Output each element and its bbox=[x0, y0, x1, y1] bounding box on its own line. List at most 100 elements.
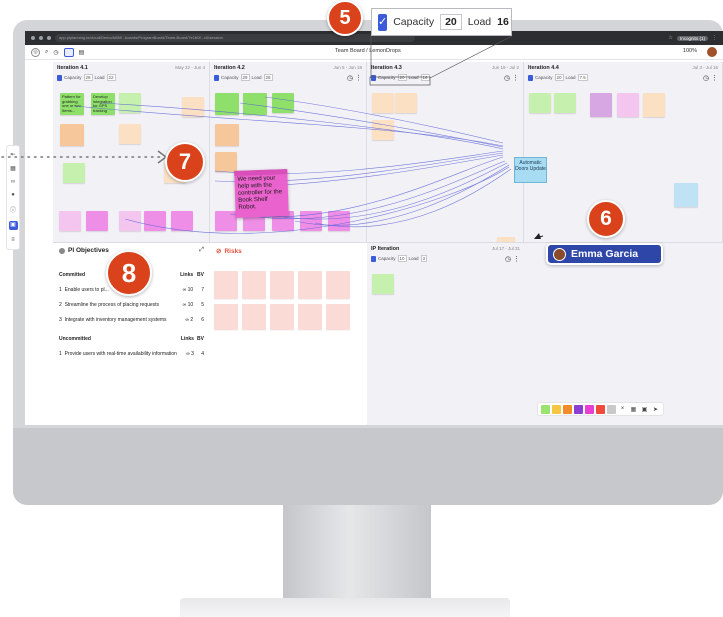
sticky-note[interactable] bbox=[300, 211, 322, 231]
sticky-note[interactable] bbox=[119, 124, 141, 144]
history-icon[interactable]: ◷ bbox=[53, 49, 58, 56]
star-icon[interactable]: ☆ bbox=[669, 35, 673, 41]
objective-row[interactable]: 3 Integrate with inventory management sy… bbox=[59, 313, 204, 328]
capacity-value[interactable]: 20 bbox=[440, 14, 462, 30]
swatch-orange[interactable] bbox=[563, 404, 572, 414]
callout-8: 8 bbox=[106, 250, 152, 296]
search-icon[interactable]: ⌕ bbox=[45, 49, 48, 56]
swatch-grey[interactable] bbox=[607, 404, 616, 414]
close-icon[interactable]: × bbox=[618, 406, 627, 412]
iteration-controls[interactable]: ◷ ⋮ bbox=[347, 74, 362, 82]
sticky-note[interactable] bbox=[590, 93, 612, 117]
objective-row[interactable]: 1 Provide users with real-time availabil… bbox=[59, 347, 204, 362]
risk-note[interactable] bbox=[214, 271, 238, 299]
sticky-note[interactable] bbox=[215, 124, 239, 146]
link-icon[interactable]: ∞ bbox=[11, 179, 15, 185]
sticky-note[interactable] bbox=[86, 211, 108, 231]
sticky-note[interactable] bbox=[144, 211, 166, 231]
sticky-note[interactable] bbox=[643, 93, 665, 117]
record-icon[interactable]: ● bbox=[11, 192, 15, 198]
sticky-note[interactable] bbox=[554, 93, 576, 113]
risk-note[interactable] bbox=[270, 304, 294, 330]
board-title[interactable]: Team Board / LemonDrops bbox=[335, 48, 401, 54]
risk-note[interactable] bbox=[298, 304, 322, 330]
swatch-pink[interactable] bbox=[585, 404, 594, 414]
swatch-yellow[interactable] bbox=[552, 404, 561, 414]
risk-note[interactable] bbox=[270, 271, 294, 299]
capacity-value[interactable]: 20 bbox=[554, 74, 564, 81]
more-icon[interactable]: ⋮ bbox=[512, 75, 519, 82]
board-view-button[interactable] bbox=[63, 47, 74, 57]
sticky-note[interactable] bbox=[372, 274, 394, 294]
iteration-controls[interactable]: ◷ ⋮ bbox=[504, 74, 519, 82]
sticky-note[interactable] bbox=[243, 93, 267, 115]
sticky-note[interactable] bbox=[119, 211, 141, 231]
capacity-load: Capacity 28 Load 22 bbox=[57, 74, 205, 81]
risk-note[interactable] bbox=[326, 304, 350, 330]
app-logo-icon[interactable]: ◎ bbox=[31, 47, 40, 57]
risk-note[interactable] bbox=[242, 271, 266, 299]
back-icon[interactable] bbox=[31, 36, 35, 40]
sticky-note[interactable] bbox=[372, 93, 394, 113]
sticky-note[interactable] bbox=[395, 93, 417, 113]
sticky-note[interactable]: Develop integration for GPS tracking bbox=[91, 93, 115, 115]
forward-icon[interactable] bbox=[39, 36, 43, 40]
swatch-purple[interactable] bbox=[574, 404, 583, 414]
sticky-note[interactable] bbox=[215, 152, 237, 172]
sticky-note[interactable] bbox=[171, 211, 193, 231]
pointer-icon[interactable]: ➤ bbox=[651, 406, 660, 413]
sticky-note[interactable] bbox=[674, 183, 698, 207]
profile-badge[interactable]: Incognito (1) bbox=[676, 35, 708, 41]
user-avatar[interactable] bbox=[707, 47, 717, 57]
risk-note[interactable] bbox=[242, 304, 266, 330]
more-icon[interactable]: ⋮ bbox=[711, 75, 718, 82]
layout-icon[interactable]: ▤ bbox=[79, 49, 85, 56]
zoom-level[interactable]: 100% bbox=[683, 48, 697, 54]
sticky-note[interactable] bbox=[182, 97, 204, 117]
load-value: 7.5 bbox=[577, 74, 588, 81]
risk-note[interactable] bbox=[214, 304, 238, 330]
sticky-note[interactable] bbox=[272, 93, 294, 113]
sticky-note[interactable] bbox=[215, 93, 239, 115]
automatic-doors-note[interactable]: Automatic Doors Update bbox=[514, 157, 547, 183]
address-bar[interactable]: app.piplanning.io/cloud/Demo/b08ff...boa… bbox=[55, 34, 415, 42]
risk-note[interactable] bbox=[298, 271, 322, 299]
grid-icon[interactable]: ▦ bbox=[629, 406, 638, 413]
capacity-value[interactable]: 29 bbox=[240, 74, 250, 81]
clock-icon[interactable]: ◷ bbox=[703, 75, 709, 82]
swatch-red[interactable] bbox=[596, 404, 605, 414]
image-icon[interactable]: ▣ bbox=[640, 406, 649, 413]
clock-icon[interactable]: ◷ bbox=[347, 75, 353, 82]
info-icon[interactable]: ⓘ bbox=[10, 205, 16, 214]
clock-icon[interactable]: ◷ bbox=[505, 256, 511, 263]
help-request-note[interactable]: We need your help with the controller fo… bbox=[234, 169, 289, 218]
more-icon[interactable]: ⋮ bbox=[355, 75, 362, 82]
more-icon[interactable]: ⋮ bbox=[513, 256, 520, 263]
sticky-note[interactable]: Pattern for grabbing one or two Items... bbox=[60, 93, 84, 115]
sticky-note[interactable] bbox=[119, 93, 141, 113]
sticky-note[interactable] bbox=[372, 120, 394, 140]
sticky-note[interactable] bbox=[59, 211, 81, 231]
capacity-value[interactable]: 10 bbox=[397, 255, 407, 262]
sticky-note[interactable] bbox=[529, 93, 551, 113]
reload-icon[interactable] bbox=[47, 36, 51, 40]
capacity-value[interactable]: 20 bbox=[397, 74, 407, 81]
sticky-note[interactable] bbox=[617, 93, 639, 117]
risk-note[interactable] bbox=[326, 271, 350, 299]
objective-row[interactable]: 2 Streamline the process of placing requ… bbox=[59, 298, 204, 313]
app-toolbar: ◎ ⌕ ◷ ▤ Team Board / LemonDrops 100% bbox=[25, 45, 723, 60]
iteration-controls[interactable]: ◷ ⋮ bbox=[703, 74, 718, 82]
menu-icon[interactable]: ⋮ bbox=[712, 35, 717, 41]
iteration-dates: Jul 3 - Jul 16 bbox=[692, 65, 718, 70]
swatch-green[interactable] bbox=[541, 404, 550, 414]
clock-icon[interactable]: ◷ bbox=[504, 75, 510, 82]
sticky-note[interactable] bbox=[215, 211, 237, 231]
list-icon[interactable]: ≡ bbox=[11, 237, 15, 243]
expand-icon[interactable]: ⤢ bbox=[199, 247, 204, 254]
objectives-icon[interactable]: ▣ bbox=[8, 221, 18, 230]
iteration-controls[interactable]: ◷ ⋮ bbox=[505, 255, 520, 263]
sticky-note[interactable] bbox=[60, 124, 84, 146]
capacity-value[interactable]: 28 bbox=[83, 74, 93, 81]
objective-number: 1 bbox=[59, 351, 62, 357]
sticky-note[interactable] bbox=[328, 211, 350, 231]
